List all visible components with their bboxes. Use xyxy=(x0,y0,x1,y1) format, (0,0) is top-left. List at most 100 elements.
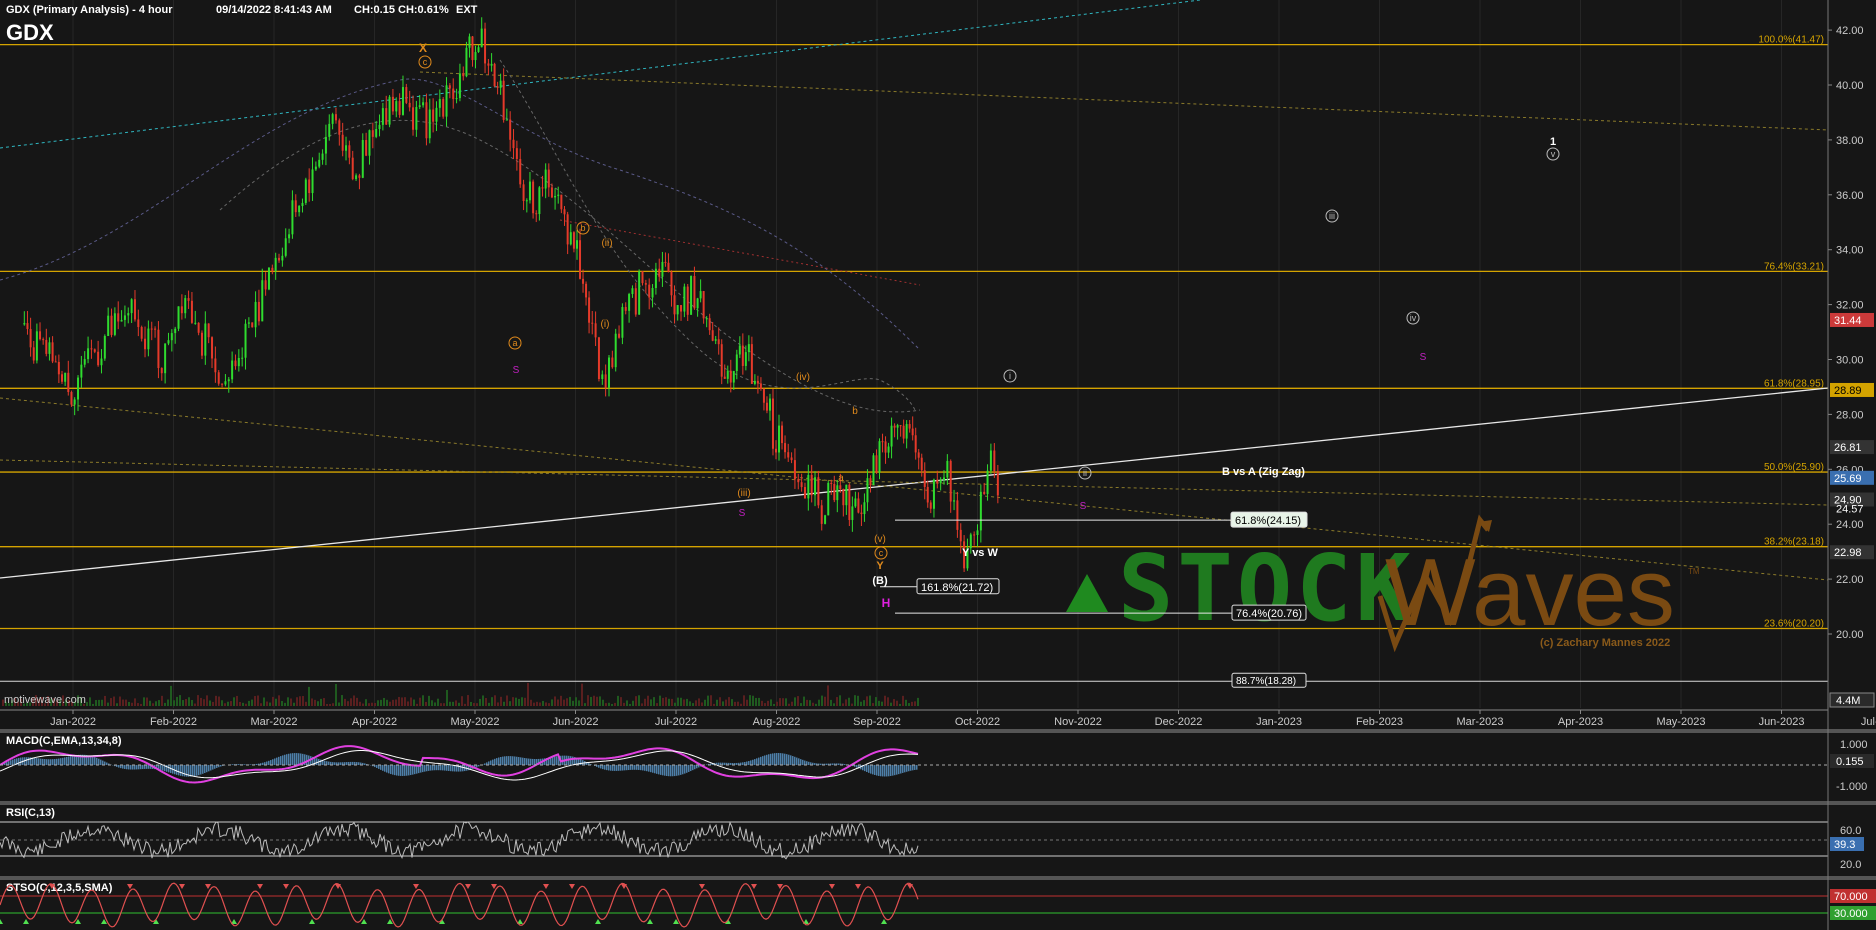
candle-body xyxy=(959,529,962,542)
macd-histogram-bar xyxy=(98,758,100,765)
stochastic-pane[interactable]: STSO(C,12,3,5,SMA) 70.000 30.000 xyxy=(0,876,1876,930)
macd-histogram-bar xyxy=(134,765,136,770)
volume-bar xyxy=(845,699,847,706)
macd-histogram-bar xyxy=(400,765,402,776)
volume-bar xyxy=(806,699,808,706)
time-tick-label: Mar-2022 xyxy=(250,716,297,728)
volume-bar xyxy=(161,695,163,706)
macd-histogram-bar xyxy=(582,760,584,765)
macd-histogram-bar xyxy=(680,765,682,775)
candle-body xyxy=(591,322,594,324)
candle-body xyxy=(824,515,827,524)
volume-bar xyxy=(404,697,406,706)
macd-histogram-bar xyxy=(806,761,808,765)
volume-bar xyxy=(212,701,214,706)
price-tick-label: 40.00 xyxy=(1836,80,1864,92)
volume-bar xyxy=(392,699,394,706)
macd-histogram-bar xyxy=(184,765,186,777)
candle-body xyxy=(211,337,214,359)
candle-body xyxy=(664,261,667,263)
candle-body xyxy=(64,372,67,382)
volume-bar xyxy=(170,685,172,706)
candle-body xyxy=(338,120,341,135)
candle-body xyxy=(696,298,699,309)
volume-bar xyxy=(482,695,484,706)
volume-bar xyxy=(107,702,109,706)
wave-x-label: X xyxy=(419,41,427,55)
macd-histogram-bar xyxy=(506,756,508,765)
candle-body xyxy=(442,99,445,117)
volume-bar xyxy=(581,683,583,706)
macd-histogram-bar xyxy=(8,761,10,765)
macd-histogram-bar xyxy=(526,758,528,765)
volume-bar xyxy=(239,701,241,706)
macd-histogram-bar xyxy=(66,756,68,765)
candle-body xyxy=(448,85,451,89)
volume-bar xyxy=(821,695,823,706)
candle-body xyxy=(621,307,624,338)
volume-bar xyxy=(692,703,694,706)
macd-histogram-bar xyxy=(748,761,750,765)
volume-bar xyxy=(191,700,193,706)
price-tick-label: 36.00 xyxy=(1836,190,1864,202)
volume-bar xyxy=(383,697,385,706)
candle-body xyxy=(953,500,956,502)
macd-histogram-bar xyxy=(274,758,276,765)
volume-bar xyxy=(809,700,811,706)
candle-body xyxy=(702,291,705,319)
candle-body xyxy=(61,374,64,382)
macd-histogram-bar xyxy=(46,759,48,765)
rsi-pane[interactable]: RSI(C,13) 60.0 20.0 39.3 xyxy=(0,801,1876,875)
volume-bar xyxy=(464,703,466,706)
volume-bar xyxy=(779,698,781,706)
volume-bar xyxy=(287,697,289,706)
macd-histogram-bar xyxy=(444,765,446,771)
time-tick-label: Apr-2023 xyxy=(1558,716,1603,728)
macd-value-label: 0.155 xyxy=(1836,756,1864,768)
candle-body xyxy=(432,109,435,122)
candle-body xyxy=(177,306,180,329)
volume-bar xyxy=(218,696,220,706)
macd-histogram-bar xyxy=(866,765,868,773)
candle-body xyxy=(884,441,887,453)
macd-histogram-bar xyxy=(60,758,62,765)
candle-body xyxy=(499,80,502,88)
macd-histogram-bar xyxy=(292,753,294,765)
macd-histogram-bar xyxy=(200,765,202,775)
candle-body xyxy=(676,305,679,315)
candle-body xyxy=(398,101,401,115)
volume-bar xyxy=(455,700,457,706)
volume-bar xyxy=(896,700,898,706)
macd-histogram-bar xyxy=(746,761,748,765)
candle-body xyxy=(418,105,421,108)
macd-histogram-bar xyxy=(662,765,664,776)
price-tick-label: 24.00 xyxy=(1836,519,1864,531)
macd-histogram-bar xyxy=(404,765,406,776)
fib-label: 50.0%(25.90) xyxy=(1764,462,1824,473)
wave-label: v xyxy=(1551,149,1556,159)
volume-bar xyxy=(317,701,319,706)
volume-bar xyxy=(257,695,259,706)
macd-pane[interactable]: MACD(C,EMA,13,34,8) 1.000 -1.000 0.155 xyxy=(0,729,1876,800)
volume-bar xyxy=(518,698,520,706)
candle-body xyxy=(839,485,842,489)
volume-bar xyxy=(380,699,382,706)
macd-histogram-bar xyxy=(870,765,872,774)
chart-workspace[interactable]: 100.0%(41.47) 76.4%(33.21) 61.8%(28.95) 50.… xyxy=(0,0,1876,930)
macd-histogram-bar xyxy=(742,762,744,765)
price-tick-label: 28.00 xyxy=(1836,409,1864,421)
candle-body xyxy=(187,298,190,301)
volume-bar xyxy=(428,695,430,706)
macd-histogram-bar xyxy=(760,756,762,765)
volume-bar xyxy=(623,702,625,706)
time-tick-label: Jul-2023 xyxy=(1861,716,1876,728)
candle-body xyxy=(425,102,428,139)
volume-bar xyxy=(875,697,877,706)
candle-body xyxy=(705,318,708,320)
volume-bar xyxy=(266,701,268,706)
candle-body xyxy=(814,477,817,496)
volume-bar xyxy=(602,699,604,706)
volume-bar xyxy=(323,698,325,706)
candle-body xyxy=(611,357,614,368)
macd-histogram-bar xyxy=(750,760,752,765)
